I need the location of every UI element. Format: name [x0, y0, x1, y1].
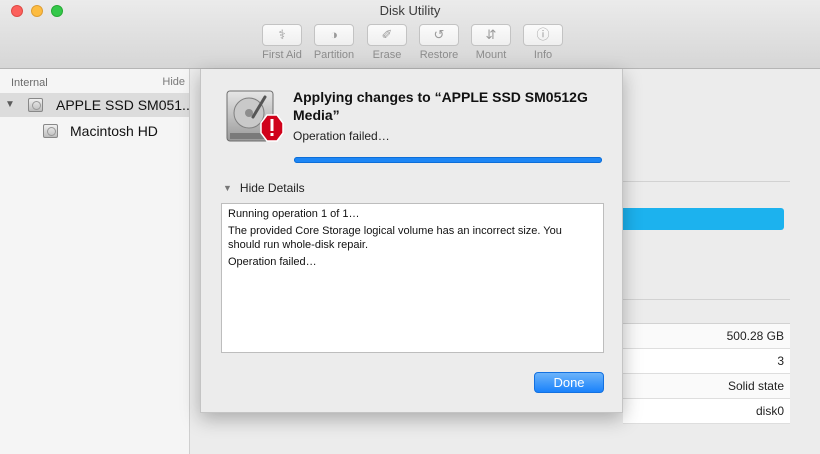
log-line: The provided Core Storage logical volume…	[228, 224, 562, 252]
toolbar-partition[interactable]: ◑ Partition	[309, 24, 359, 61]
disclosure-triangle-icon[interactable]: ▼	[223, 183, 232, 193]
info-child-count: 3	[623, 349, 790, 374]
info-type: Solid state	[623, 374, 790, 399]
sidebar-hide-link[interactable]: Hide	[162, 76, 185, 88]
sidebar: Internal Hide ▼ APPLE SSD SM051... Macin…	[0, 69, 190, 454]
window-titlebar: Disk Utility ⚕ First Aid ◑ Partition ✐ E…	[0, 0, 820, 69]
window-title: Disk Utility	[379, 3, 441, 18]
toolbar-first-aid[interactable]: ⚕ First Aid	[257, 24, 307, 61]
toolbar-erase[interactable]: ✐ Erase	[362, 24, 412, 61]
mount-icon[interactable]: ⇵	[471, 24, 511, 46]
sheet-title: Applying changes to “APPLE SSD SM0512G M…	[293, 89, 588, 123]
stethoscope-icon[interactable]: ⚕	[262, 24, 302, 46]
sidebar-item-label: APPLE SSD SM051...	[56, 97, 189, 113]
toolbar-info[interactable]: ⓘ Info	[518, 24, 568, 61]
sidebar-section-internal: Internal	[11, 77, 48, 89]
done-button[interactable]: Done	[534, 372, 604, 393]
progress-bar	[294, 157, 602, 163]
sidebar-item-label: Macintosh HD	[70, 123, 158, 139]
volume-disk-icon	[43, 124, 58, 138]
erase-icon[interactable]: ✐	[367, 24, 407, 46]
apply-changes-sheet: Applying changes to “APPLE SSD SM0512G M…	[200, 69, 623, 413]
toolbar-label: Erase	[372, 49, 402, 61]
toolbar-label: Info	[533, 49, 553, 61]
info-icon[interactable]: ⓘ	[523, 24, 563, 46]
internal-disk-icon	[28, 98, 43, 112]
divider	[623, 299, 790, 300]
log-line: Operation failed…	[228, 255, 317, 268]
toolbar-label: First Aid	[262, 49, 302, 61]
info-device: disk0	[623, 399, 790, 424]
disk-info-table: 500.28 GB 3 Solid state disk0	[623, 323, 790, 424]
sidebar-item-apple-ssd[interactable]: ▼ APPLE SSD SM051...	[0, 93, 189, 117]
disclosure-triangle-icon[interactable]: ▼	[5, 93, 15, 117]
details-toggle-label: Hide Details	[239, 181, 305, 195]
divider	[623, 181, 790, 182]
info-capacity: 500.28 GB	[623, 324, 790, 349]
hard-drive-error-icon	[226, 90, 284, 142]
details-log[interactable]: Running operation 1 of 1… The provided C…	[221, 203, 604, 353]
toolbar-restore[interactable]: ↺ Restore	[414, 24, 464, 61]
toolbar-label: Restore	[419, 49, 459, 61]
sidebar-item-macintosh-hd[interactable]: Macintosh HD	[0, 119, 189, 143]
partition-icon[interactable]: ◑	[314, 24, 354, 46]
toolbar-mount[interactable]: ⇵ Mount	[466, 24, 516, 61]
toolbar-label: Mount	[475, 49, 507, 61]
toolbar-label: Partition	[313, 49, 355, 61]
hide-details-toggle[interactable]: ▼ Hide Details	[223, 181, 305, 195]
operation-status: Operation failed…	[293, 129, 390, 143]
restore-icon[interactable]: ↺	[419, 24, 459, 46]
log-line: Running operation 1 of 1…	[228, 208, 360, 220]
usage-bar	[610, 208, 784, 230]
